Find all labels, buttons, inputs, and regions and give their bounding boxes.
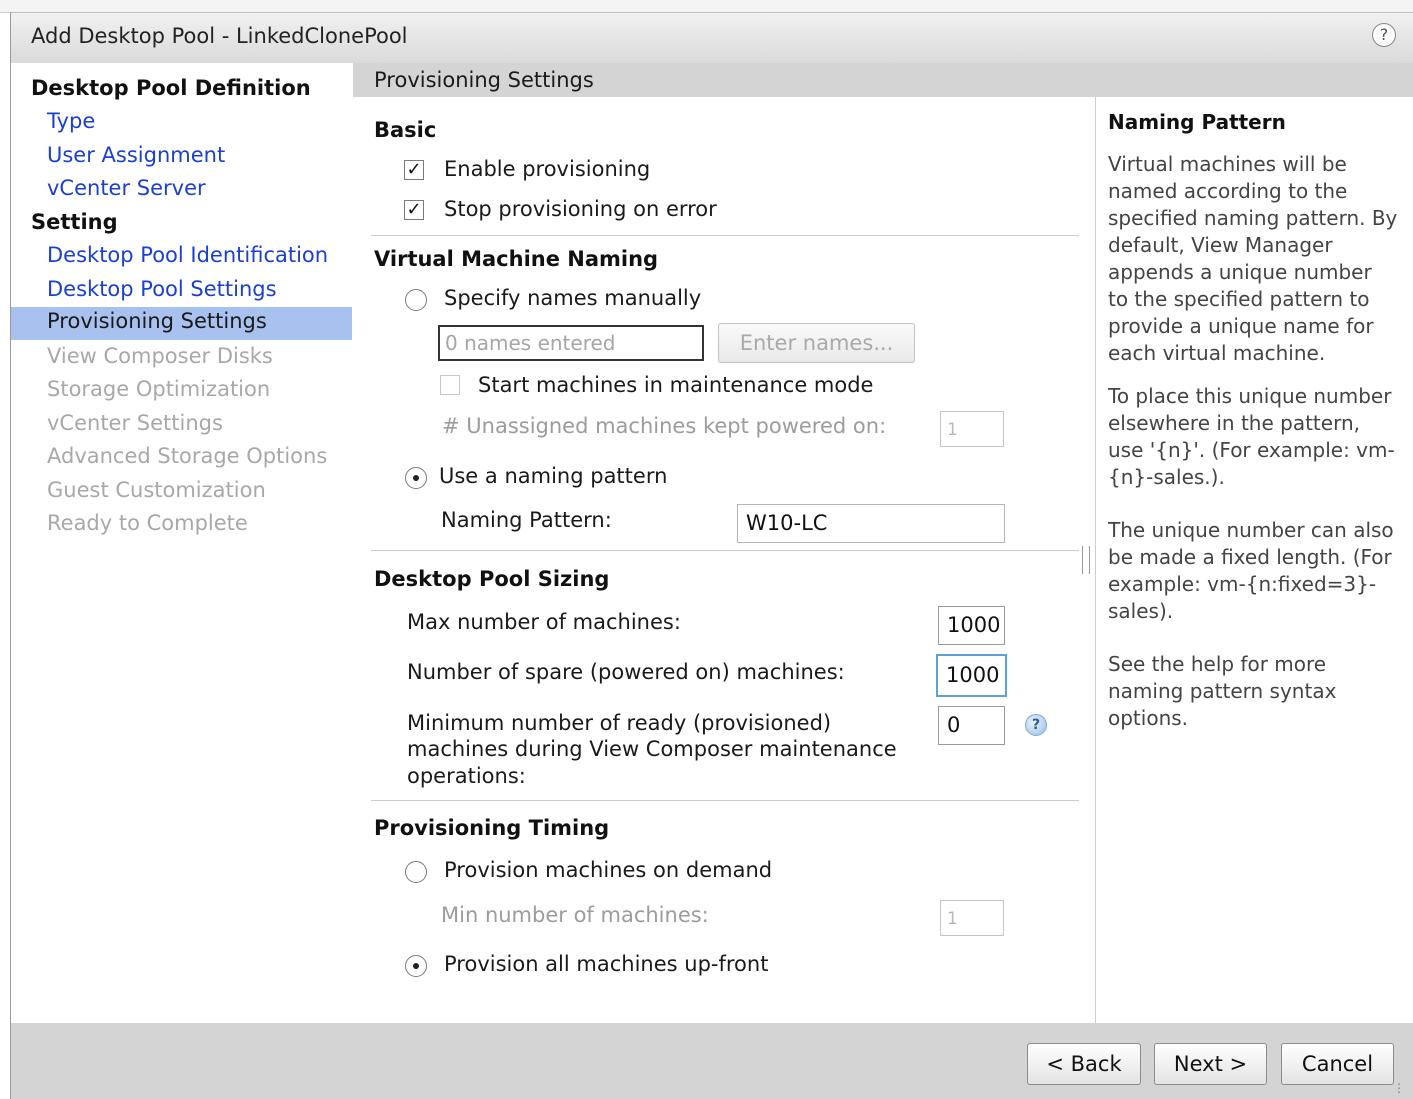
wizard-steps-sidebar: Desktop Pool Definition Type User Assign… <box>11 63 353 1023</box>
section-divider <box>371 550 1079 551</box>
specify-names-manually-label: Specify names manually <box>444 286 702 310</box>
radio-selected-dot <box>413 963 419 969</box>
naming-pattern-input[interactable]: W10-LC <box>737 504 1005 543</box>
spare-machines-input[interactable]: 1000 <box>936 654 1007 697</box>
question-help-icon[interactable]: ? <box>1025 714 1047 736</box>
sidebar-section-setting: Setting <box>31 210 118 234</box>
dialog-title: Add Desktop Pool - LinkedClonePool <box>31 24 408 48</box>
help-paragraph-4: See the help for more naming pattern syn… <box>1108 652 1337 730</box>
back-button[interactable]: < Back <box>1027 1043 1141 1085</box>
resize-grip-icon[interactable]: ⋮ <box>1393 1082 1409 1096</box>
provision-on-demand-label: Provision machines on demand <box>444 858 773 882</box>
sidebar-section-definition: Desktop Pool Definition <box>31 76 311 100</box>
max-machines-label: Max number of machines: <box>407 610 681 634</box>
dialog-titlebar: Add Desktop Pool - LinkedClonePool ? <box>10 12 1413 64</box>
sidebar-item-provisioning-settings[interactable]: Provisioning Settings <box>11 307 352 340</box>
help-paragraph-1: Virtual machines will be named according… <box>1108 152 1398 365</box>
min-ready-input[interactable]: 0 <box>938 706 1005 745</box>
min-machines-field: 1 <box>940 900 1004 936</box>
panel-resize-handle[interactable] <box>1082 546 1090 574</box>
naming-pattern-label: Naming Pattern: <box>441 508 612 532</box>
radio-selected-dot <box>413 475 419 481</box>
maintenance-mode-checkbox <box>440 375 460 395</box>
next-button[interactable]: Next > <box>1154 1043 1267 1085</box>
provision-up-front-label: Provision all machines up-front <box>444 952 769 976</box>
sidebar-item-view-composer-disks: View Composer Disks <box>47 344 273 368</box>
use-naming-pattern-radio[interactable] <box>405 467 427 489</box>
enable-provisioning-label: Enable provisioning <box>444 157 651 181</box>
max-machines-input[interactable]: 1000 <box>938 606 1005 645</box>
unassigned-powered-on-label: # Unassigned machines kept powered on: <box>442 414 887 438</box>
page-header-bar: Provisioning Settings <box>353 63 1413 97</box>
provision-up-front-radio[interactable] <box>405 955 427 977</box>
sidebar-item-type[interactable]: Type <box>47 109 95 133</box>
cancel-button[interactable]: Cancel <box>1281 1043 1394 1085</box>
enter-names-button: Enter names... <box>718 323 915 363</box>
sidebar-item-ready-to-complete: Ready to Complete <box>47 511 248 535</box>
help-icon[interactable]: ? <box>1372 23 1396 47</box>
sidebar-item-desktop-pool-identification[interactable]: Desktop Pool Identification <box>47 243 328 267</box>
enable-provisioning-checkbox[interactable]: ✓ <box>404 160 424 180</box>
unassigned-powered-on-field: 1 <box>940 411 1004 447</box>
help-panel-title: Naming Pattern <box>1108 110 1286 134</box>
min-ready-label-line3: operations: <box>407 764 526 788</box>
sidebar-item-vcenter-server[interactable]: vCenter Server <box>47 176 206 200</box>
sidebar-item-vcenter-settings: vCenter Settings <box>47 411 223 435</box>
sidebar-item-storage-optimization: Storage Optimization <box>47 377 271 401</box>
stop-on-error-checkbox[interactable]: ✓ <box>404 200 424 220</box>
names-entered-field: 0 names entered <box>438 325 704 361</box>
section-basic-title: Basic <box>374 118 437 142</box>
spare-machines-label: Number of spare (powered on) machines: <box>407 660 845 684</box>
section-vm-naming-title: Virtual Machine Naming <box>374 247 659 271</box>
min-machines-label: Min number of machines: <box>441 903 709 927</box>
sidebar-item-advanced-storage-options: Advanced Storage Options <box>47 444 328 468</box>
min-ready-label-line2: machines during View Composer maintenanc… <box>407 737 897 761</box>
maintenance-mode-label: Start machines in maintenance mode <box>478 373 874 397</box>
provision-on-demand-radio[interactable] <box>405 861 427 883</box>
help-paragraph-3: The unique number can also be made a fix… <box>1108 518 1394 623</box>
section-pool-sizing-title: Desktop Pool Sizing <box>374 567 610 591</box>
section-divider <box>371 800 1079 801</box>
help-paragraph-2: To place this unique number elsewhere in… <box>1108 384 1395 489</box>
use-naming-pattern-label: Use a naming pattern <box>439 464 668 488</box>
sidebar-item-label: Provisioning Settings <box>47 309 267 333</box>
stop-on-error-label: Stop provisioning on error <box>444 197 717 221</box>
min-ready-label-line1: Minimum number of ready (provisioned) <box>407 711 832 735</box>
help-panel-divider <box>1095 97 1096 1023</box>
page-title: Provisioning Settings <box>374 68 594 92</box>
sidebar-item-user-assignment[interactable]: User Assignment <box>47 143 225 167</box>
specify-names-manually-radio[interactable] <box>405 289 427 311</box>
section-provisioning-timing-title: Provisioning Timing <box>374 816 610 840</box>
sidebar-item-guest-customization: Guest Customization <box>47 478 266 502</box>
section-divider <box>371 235 1079 236</box>
sidebar-item-desktop-pool-settings[interactable]: Desktop Pool Settings <box>47 277 277 301</box>
